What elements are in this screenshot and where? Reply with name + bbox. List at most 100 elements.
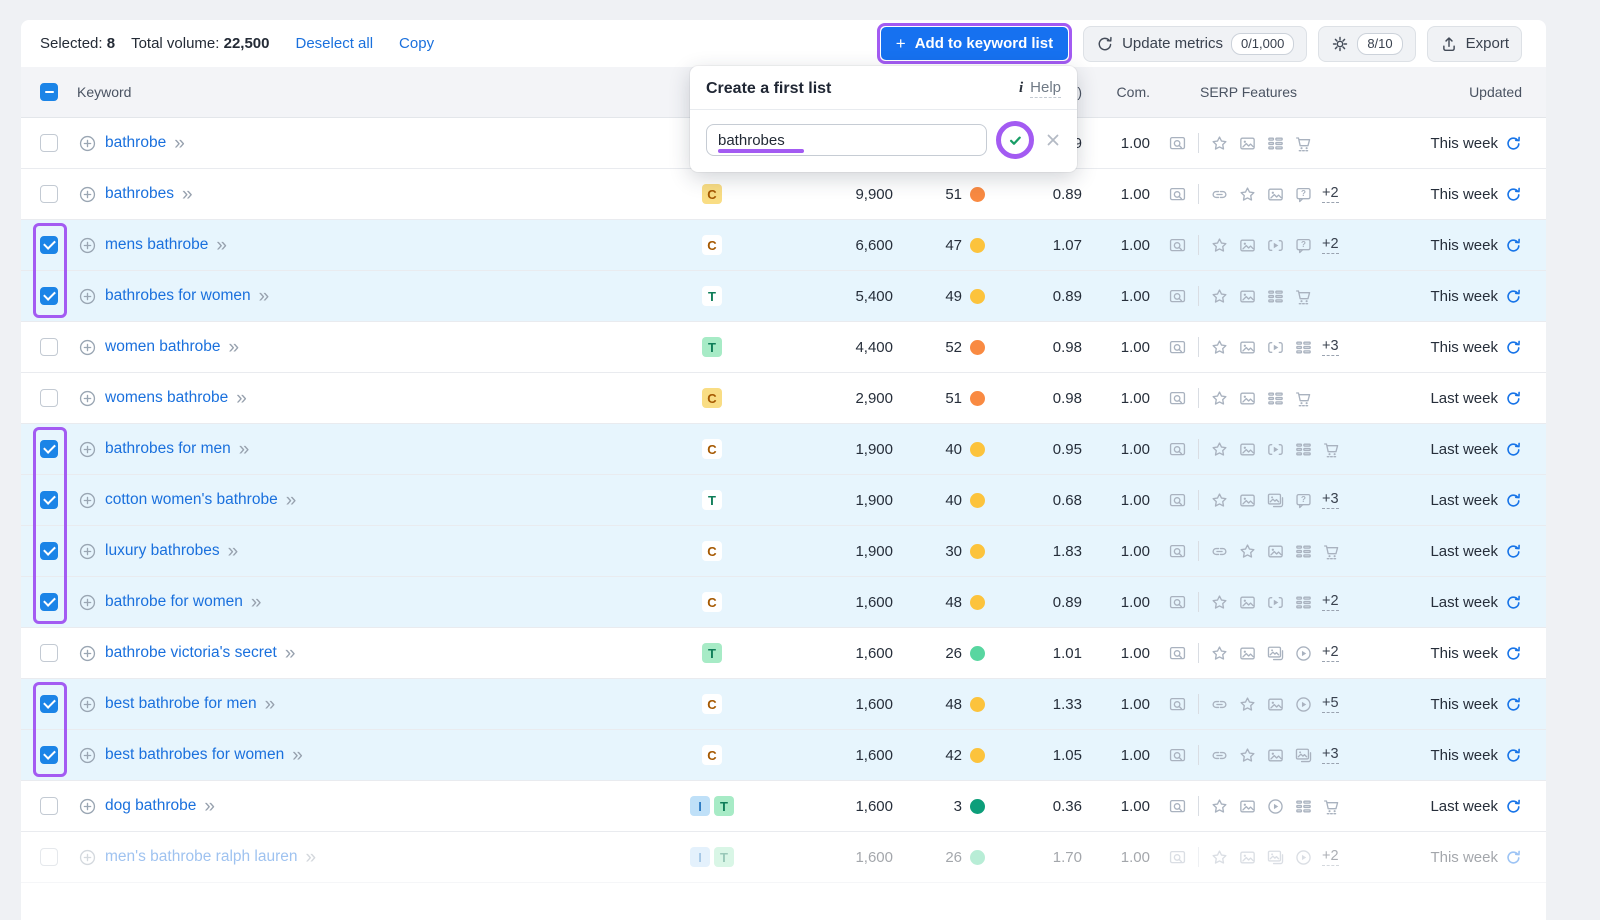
keyword-link[interactable]: best bathrobe for men <box>105 695 257 713</box>
row-checkbox[interactable] <box>40 389 58 407</box>
select-all-checkbox[interactable] <box>40 83 58 101</box>
row-checkbox[interactable] <box>40 695 58 713</box>
confirm-list-button[interactable] <box>996 121 1034 159</box>
row-checkbox[interactable] <box>40 797 58 815</box>
row-checkbox[interactable] <box>40 338 58 356</box>
add-to-list-icon[interactable] <box>78 287 97 306</box>
keyword-link[interactable]: bathrobes <box>105 185 174 203</box>
double-chevron-icon[interactable]: » <box>292 746 303 765</box>
add-to-list-icon[interactable] <box>78 134 97 153</box>
add-to-list-icon[interactable] <box>78 848 97 867</box>
double-chevron-icon[interactable]: » <box>265 695 276 714</box>
double-chevron-icon[interactable]: » <box>216 236 227 255</box>
refresh-icon[interactable] <box>1505 849 1522 866</box>
refresh-icon[interactable] <box>1505 237 1522 254</box>
row-checkbox[interactable] <box>40 491 58 509</box>
serp-preview-icon[interactable] <box>1168 695 1187 714</box>
keyword-link[interactable]: bathrobe for women <box>105 593 243 611</box>
refresh-icon[interactable] <box>1505 645 1522 662</box>
serp-more-link[interactable]: +3 <box>1322 491 1339 509</box>
refresh-icon[interactable] <box>1505 594 1522 611</box>
keyword-link[interactable]: dog bathrobe <box>105 797 196 815</box>
serp-preview-icon[interactable] <box>1168 338 1187 357</box>
serp-more-link[interactable]: +5 <box>1322 695 1339 713</box>
list-name-input[interactable] <box>706 124 987 156</box>
add-to-keyword-list-button[interactable]: + Add to keyword list <box>880 27 1069 60</box>
add-to-list-icon[interactable] <box>78 797 97 816</box>
keyword-link[interactable]: best bathrobes for women <box>105 746 284 764</box>
serp-preview-icon[interactable] <box>1168 491 1187 510</box>
keyword-link[interactable]: bathrobe <box>105 134 166 152</box>
double-chevron-icon[interactable]: » <box>285 644 296 663</box>
help-link[interactable]: i Help <box>1019 79 1061 98</box>
double-chevron-icon[interactable]: » <box>236 389 247 408</box>
columns-settings-button[interactable]: 8/10 <box>1318 25 1416 62</box>
refresh-icon[interactable] <box>1505 543 1522 560</box>
keyword-link[interactable]: men's bathrobe ralph lauren <box>105 848 298 866</box>
add-to-list-icon[interactable] <box>78 185 97 204</box>
add-to-list-icon[interactable] <box>78 491 97 510</box>
row-checkbox[interactable] <box>40 236 58 254</box>
keyword-link[interactable]: bathrobe victoria's secret <box>105 644 277 662</box>
serp-more-link[interactable]: +3 <box>1322 746 1339 764</box>
serp-preview-icon[interactable] <box>1168 440 1187 459</box>
row-checkbox[interactable] <box>40 542 58 560</box>
serp-more-link[interactable]: +2 <box>1322 848 1339 866</box>
refresh-icon[interactable] <box>1505 135 1522 152</box>
serp-more-link[interactable]: +2 <box>1322 236 1339 254</box>
serp-preview-icon[interactable] <box>1168 389 1187 408</box>
keyword-link[interactable]: bathrobes for women <box>105 287 251 305</box>
double-chevron-icon[interactable]: » <box>228 338 239 357</box>
serp-preview-icon[interactable] <box>1168 593 1187 612</box>
refresh-icon[interactable] <box>1505 186 1522 203</box>
refresh-icon[interactable] <box>1505 798 1522 815</box>
double-chevron-icon[interactable]: » <box>306 848 317 867</box>
add-to-list-icon[interactable] <box>78 440 97 459</box>
keyword-link[interactable]: mens bathrobe <box>105 236 208 254</box>
add-to-list-icon[interactable] <box>78 593 97 612</box>
double-chevron-icon[interactable]: » <box>286 491 297 510</box>
serp-preview-icon[interactable] <box>1168 287 1187 306</box>
double-chevron-icon[interactable]: » <box>182 185 193 204</box>
keyword-link[interactable]: bathrobes for men <box>105 440 231 458</box>
row-checkbox[interactable] <box>40 185 58 203</box>
keyword-link[interactable]: luxury bathrobes <box>105 542 220 560</box>
refresh-icon[interactable] <box>1505 390 1522 407</box>
row-checkbox[interactable] <box>40 644 58 662</box>
double-chevron-icon[interactable]: » <box>228 542 239 561</box>
refresh-icon[interactable] <box>1505 747 1522 764</box>
keyword-link[interactable]: cotton women's bathrobe <box>105 491 278 509</box>
close-icon[interactable] <box>1043 130 1063 150</box>
refresh-icon[interactable] <box>1505 339 1522 356</box>
double-chevron-icon[interactable]: » <box>259 287 270 306</box>
row-checkbox[interactable] <box>40 593 58 611</box>
export-button[interactable]: Export <box>1426 25 1522 62</box>
refresh-icon[interactable] <box>1505 696 1522 713</box>
refresh-icon[interactable] <box>1505 492 1522 509</box>
row-checkbox[interactable] <box>40 746 58 764</box>
add-to-list-icon[interactable] <box>78 542 97 561</box>
double-chevron-icon[interactable]: » <box>204 797 215 816</box>
row-checkbox[interactable] <box>40 440 58 458</box>
refresh-icon[interactable] <box>1505 441 1522 458</box>
row-checkbox[interactable] <box>40 287 58 305</box>
serp-more-link[interactable]: +2 <box>1322 185 1339 203</box>
header-com[interactable]: Com. <box>1090 84 1152 100</box>
serp-preview-icon[interactable] <box>1168 797 1187 816</box>
update-metrics-button[interactable]: Update metrics 0/1,000 <box>1083 25 1308 62</box>
deselect-all-link[interactable]: Deselect all <box>296 35 374 52</box>
add-to-list-icon[interactable] <box>78 338 97 357</box>
add-to-list-icon[interactable] <box>78 236 97 255</box>
double-chevron-icon[interactable]: » <box>239 440 250 459</box>
add-to-list-icon[interactable] <box>78 644 97 663</box>
double-chevron-icon[interactable]: » <box>174 134 185 153</box>
serp-more-link[interactable]: +2 <box>1322 644 1339 662</box>
keyword-link[interactable]: women bathrobe <box>105 338 220 356</box>
serp-preview-icon[interactable] <box>1168 542 1187 561</box>
serp-preview-icon[interactable] <box>1168 848 1187 867</box>
serp-preview-icon[interactable] <box>1168 236 1187 255</box>
serp-preview-icon[interactable] <box>1168 185 1187 204</box>
serp-preview-icon[interactable] <box>1168 134 1187 153</box>
serp-preview-icon[interactable] <box>1168 746 1187 765</box>
row-checkbox[interactable] <box>40 848 58 866</box>
